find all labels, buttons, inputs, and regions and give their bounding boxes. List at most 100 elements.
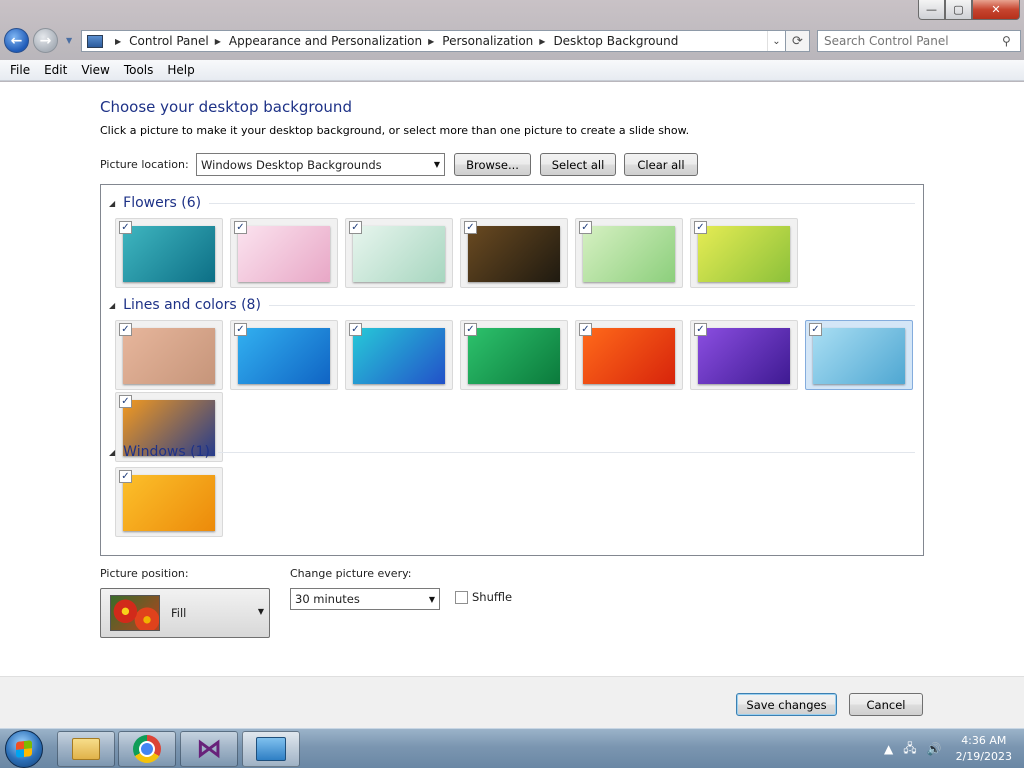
gallery-group-title: Lines and colors (8)	[123, 297, 261, 313]
menu-file[interactable]: File	[3, 63, 37, 77]
refresh-button[interactable]: ⟳	[786, 30, 810, 52]
collapse-triangle-icon[interactable]: ◢	[109, 199, 115, 208]
wallpaper-thumbnail[interactable]: ✓	[115, 467, 223, 537]
minimize-button[interactable]: —	[918, 0, 945, 20]
taskbar-explorer[interactable]	[57, 731, 115, 767]
picture-gallery[interactable]: ◢ Flowers (6) ✓ ✓ ✓ ✓ ✓ ✓ ◢ Lines and colors (8) ✓…	[100, 184, 924, 556]
wallpaper-checkbox[interactable]: ✓	[119, 221, 132, 234]
control-panel-icon	[256, 737, 286, 761]
taskbar-chrome[interactable]	[118, 731, 176, 767]
menu-help[interactable]: Help	[160, 63, 201, 77]
breadcrumb-desktop-background[interactable]: Desktop Background	[553, 34, 678, 48]
navigation-bar: ← → ▼ ▶ Control Panel ▶ Appearance and P…	[0, 26, 1024, 56]
cancel-button[interactable]: Cancel	[849, 693, 923, 716]
wallpaper-checkbox[interactable]: ✓	[119, 395, 132, 408]
control-panel-icon	[87, 34, 103, 48]
chevron-right-icon[interactable]: ▶	[428, 37, 434, 46]
close-button[interactable]: ✕	[972, 0, 1020, 20]
wallpaper-thumbnail[interactable]: ✓	[575, 218, 683, 288]
menu-view[interactable]: View	[74, 63, 116, 77]
wallpaper-checkbox[interactable]: ✓	[464, 221, 477, 234]
wallpaper-thumbnail[interactable]: ✓	[345, 320, 453, 390]
wallpaper-checkbox[interactable]: ✓	[119, 470, 132, 483]
recent-pages-button[interactable]: ▼	[66, 36, 72, 45]
wallpaper-checkbox[interactable]: ✓	[694, 221, 707, 234]
volume-icon[interactable]: 🔊	[927, 742, 942, 756]
wallpaper-thumbnail[interactable]: ✓	[460, 218, 568, 288]
chevron-down-icon: ▼	[428, 594, 435, 604]
wallpaper-thumbnail[interactable]: ✓	[575, 320, 683, 390]
shuffle-option[interactable]: Shuffle	[455, 590, 512, 604]
wallpaper-thumbnail[interactable]: ✓	[805, 320, 913, 390]
menu-edit[interactable]: Edit	[37, 63, 74, 77]
collapse-triangle-icon[interactable]: ◢	[109, 448, 115, 457]
wallpaper-checkbox[interactable]: ✓	[464, 323, 477, 336]
search-input[interactable]	[824, 34, 1000, 48]
wallpaper-thumbnail[interactable]: ✓	[115, 218, 223, 288]
wallpaper-checkbox[interactable]: ✓	[694, 323, 707, 336]
search-box[interactable]: ⚲	[817, 30, 1021, 52]
clock-time: 4:36 AM	[961, 734, 1007, 747]
chevron-right-icon[interactable]: ▶	[115, 37, 121, 46]
gallery-group-title: Flowers (6)	[123, 195, 202, 211]
network-icon[interactable]: 🖧	[903, 739, 916, 760]
gallery-group-header[interactable]: ◢ Lines and colors (8)	[109, 297, 915, 313]
save-changes-button[interactable]: Save changes	[736, 693, 837, 716]
clear-all-button[interactable]: Clear all	[624, 153, 698, 176]
wallpaper-image-green-stripes	[468, 328, 560, 384]
group-divider	[217, 451, 915, 453]
wallpaper-checkbox[interactable]: ✓	[119, 323, 132, 336]
wallpaper-thumbnail[interactable]: ✓	[690, 218, 798, 288]
wallpaper-checkbox[interactable]: ✓	[234, 221, 247, 234]
taskbar-control-panel[interactable]	[242, 731, 300, 767]
menu-tools[interactable]: Tools	[117, 63, 161, 77]
page-description: Click a picture to make it your desktop …	[100, 124, 690, 137]
taskbar-visual-studio[interactable]: ⋈	[180, 731, 238, 767]
wallpaper-checkbox[interactable]: ✓	[579, 221, 592, 234]
search-icon[interactable]: ⚲	[1002, 34, 1011, 48]
visual-studio-icon: ⋈	[196, 734, 222, 764]
back-button[interactable]: ←	[4, 28, 29, 53]
change-interval-select[interactable]: 30 minutes ▼	[290, 588, 440, 610]
address-bar[interactable]: ▶ Control Panel ▶ Appearance and Persona…	[81, 30, 786, 52]
gallery-group-header[interactable]: ◢ Windows (1)	[109, 444, 915, 460]
maximize-button[interactable]: ▢	[945, 0, 972, 20]
chevron-right-icon[interactable]: ▶	[539, 37, 545, 46]
refresh-icon: ⟳	[792, 33, 803, 49]
chevron-down-icon: ▼	[433, 160, 440, 169]
breadcrumb-control-panel[interactable]: Control Panel	[129, 34, 209, 48]
wallpaper-checkbox[interactable]: ✓	[579, 323, 592, 336]
wallpaper-image-flower-red-teal	[123, 226, 215, 282]
wallpaper-thumbnail[interactable]: ✓	[230, 218, 338, 288]
wallpaper-checkbox[interactable]: ✓	[349, 221, 362, 234]
address-dropdown-button[interactable]: ⌄	[767, 31, 785, 51]
start-button[interactable]	[5, 730, 43, 768]
wallpaper-checkbox[interactable]: ✓	[809, 323, 822, 336]
forward-button[interactable]: →	[33, 28, 58, 53]
chevron-right-icon[interactable]: ▶	[215, 37, 221, 46]
show-hidden-icons-button[interactable]: ▲	[884, 742, 893, 756]
browse-button[interactable]: Browse...	[454, 153, 531, 176]
shuffle-checkbox[interactable]	[455, 590, 468, 604]
picture-position-label: Picture position:	[100, 567, 189, 580]
collapse-triangle-icon[interactable]: ◢	[109, 301, 115, 310]
picture-location-select[interactable]: Windows Desktop Backgrounds ▼	[196, 153, 445, 176]
clock[interactable]: 4:36 AM 2/19/2023	[956, 733, 1012, 765]
gallery-group-header[interactable]: ◢ Flowers (6)	[109, 195, 915, 211]
wallpaper-thumbnail[interactable]: ✓	[460, 320, 568, 390]
picture-position-select[interactable]: Fill ▼	[100, 588, 270, 638]
wallpaper-checkbox[interactable]: ✓	[349, 323, 362, 336]
wallpaper-thumbnail[interactable]: ✓	[690, 320, 798, 390]
wallpaper-thumbnail[interactable]: ✓	[115, 320, 223, 390]
wallpaper-image-flower-orange-pink	[238, 226, 330, 282]
breadcrumb-personalization[interactable]: Personalization	[442, 34, 533, 48]
wallpaper-thumbnail[interactable]: ✓	[230, 320, 338, 390]
breadcrumb-appearance[interactable]: Appearance and Personalization	[229, 34, 422, 48]
wallpaper-image-flower-pink-mint	[353, 226, 445, 282]
select-all-button[interactable]: Select all	[540, 153, 616, 176]
caption-buttons: — ▢ ✕	[918, 0, 1020, 20]
wallpaper-checkbox[interactable]: ✓	[234, 323, 247, 336]
wallpaper-image-windows-yellow	[123, 475, 215, 531]
wallpaper-thumbnail[interactable]: ✓	[345, 218, 453, 288]
wallpaper-image-flower-red-dark	[468, 226, 560, 282]
